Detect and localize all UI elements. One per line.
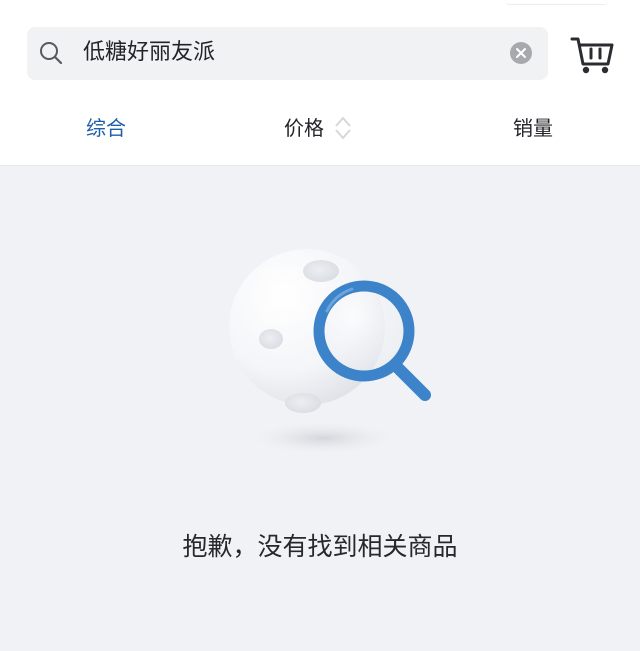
moon-magnifier-icon [229,249,431,454]
top-edge-decoration [505,0,609,5]
tab-price[interactable]: 价格 [284,113,324,143]
shopping-cart-icon[interactable] [570,33,616,75]
search-query[interactable]: 低糖好丽友派 [83,36,215,70]
header: 低糖好丽友派 综合 价格 销量 [0,0,640,166]
tab-comprehensive[interactable]: 综合 [86,113,126,143]
empty-state-message: 抱歉，没有找到相关商品 [182,532,458,561]
clear-icon[interactable] [509,41,533,65]
sort-arrows-icon[interactable] [334,114,352,142]
tab-sales[interactable]: 销量 [513,113,553,143]
search-icon [40,42,63,65]
